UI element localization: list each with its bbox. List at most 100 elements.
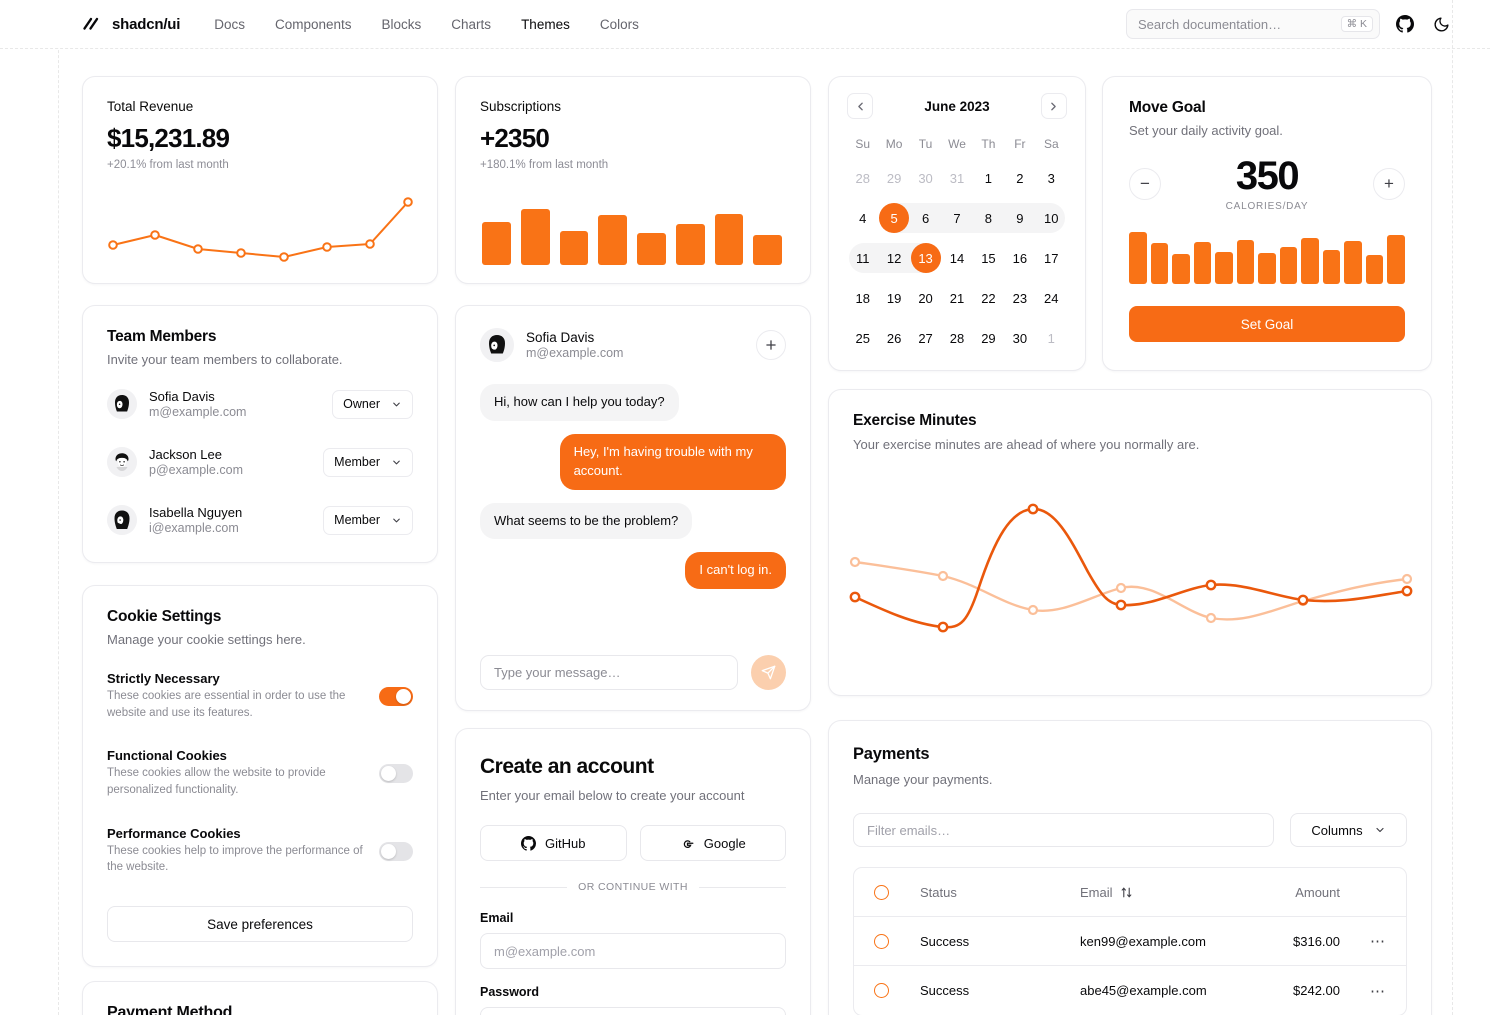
move-goal-increment-button[interactable]: + — [1373, 168, 1405, 200]
calendar-day[interactable]: 1 — [1036, 323, 1066, 353]
row-select-cell — [874, 933, 920, 949]
member-role-select[interactable]: Member — [323, 505, 413, 535]
calendar-day[interactable]: 1 — [973, 163, 1003, 193]
calendar-day[interactable]: 19 — [879, 283, 909, 313]
calendar-day[interactable]: 17 — [1036, 243, 1066, 273]
team-member-list: Sofia Davis m@example.com Owner Jackson Lee… — [107, 389, 413, 535]
table-row[interactable]: Success ken99@example.com $316.00 ⋯ — [854, 917, 1406, 966]
calendar-day[interactable]: 3 — [1036, 163, 1066, 193]
email-field[interactable]: m@example.com — [480, 933, 786, 969]
calendar-day[interactable]: 2 — [1005, 163, 1035, 193]
calendar-cell: 31 — [941, 161, 972, 195]
bar — [1236, 240, 1255, 284]
payments-table: Status Email Amount Success ken99@example… — [853, 867, 1407, 1015]
filter-emails-input[interactable]: Filter emails… — [853, 813, 1274, 847]
calendar-day[interactable]: 8 — [973, 203, 1003, 233]
calendar-day[interactable]: 30 — [1005, 323, 1035, 353]
cookie-setting-text: Performance Cookies These cookies help to… — [107, 826, 363, 876]
set-goal-button[interactable]: Set Goal — [1129, 306, 1405, 342]
bar — [1301, 238, 1319, 284]
calendar-day[interactable]: 15 — [973, 243, 1003, 273]
nav-item-themes[interactable]: Themes — [521, 17, 570, 32]
row-checkbox[interactable] — [874, 933, 889, 949]
calendar-day[interactable]: 5 — [879, 203, 910, 233]
row-checkbox[interactable] — [874, 983, 889, 998]
chat-message-input[interactable]: Type your message… — [480, 655, 738, 690]
bar — [482, 222, 511, 265]
calendar-day[interactable]: 18 — [848, 283, 878, 313]
member-role-select[interactable]: Owner — [332, 389, 413, 419]
calendar-cell: 3 — [1036, 161, 1067, 195]
avatar-isabella-icon — [107, 505, 137, 535]
calendar-day[interactable]: 7 — [942, 203, 972, 233]
cookie-toggle[interactable] — [379, 687, 413, 706]
google-signup-button[interactable]: Google — [639, 825, 786, 861]
password-field[interactable] — [480, 1007, 786, 1015]
calendar-day[interactable]: 12 — [879, 243, 909, 273]
new-chat-button[interactable] — [756, 330, 786, 360]
row-actions-button[interactable]: ⋯ — [1340, 982, 1386, 1000]
column-header-status[interactable]: Status — [920, 885, 1080, 900]
move-goal-decrement-button[interactable]: − — [1129, 168, 1161, 200]
calendar-day[interactable]: 13 — [910, 243, 941, 273]
calendar-day[interactable]: 16 — [1005, 243, 1035, 273]
nav-item-docs[interactable]: Docs — [214, 17, 245, 32]
column-header-email[interactable]: Email — [1080, 885, 1220, 900]
nav-item-charts[interactable]: Charts — [451, 17, 491, 32]
card-subscriptions: Subscriptions +2350 +180.1% from last mo… — [455, 76, 811, 284]
bar — [753, 235, 782, 265]
row-actions-button[interactable]: ⋯ — [1340, 932, 1386, 950]
nav-item-components[interactable]: Components — [275, 17, 352, 32]
payment-method-title: Payment Method — [107, 1004, 233, 1015]
calendar-day[interactable]: 28 — [942, 323, 972, 353]
search-input[interactable]: Search documentation… ⌘ K — [1126, 9, 1380, 39]
calendar-grid: Su Mo Tu We Th Fr Sa 28 29 30 31 1 2 3 4 5 6 7 8 9 10 11 12 13 1… — [847, 133, 1067, 355]
calendar-day[interactable]: 31 — [942, 163, 972, 193]
calendar-day[interactable]: 27 — [911, 323, 941, 353]
column-header-amount[interactable]: Amount — [1220, 885, 1340, 900]
calendar-day[interactable]: 30 — [911, 163, 941, 193]
row-select-cell — [874, 983, 920, 998]
calendar-day[interactable]: 10 — [1036, 203, 1066, 233]
member-name: Jackson Lee — [149, 447, 222, 462]
select-all-checkbox[interactable] — [874, 884, 889, 900]
calendar-day[interactable]: 22 — [973, 283, 1003, 313]
subscriptions-delta: +180.1% from last month — [480, 159, 609, 171]
send-message-button[interactable] — [751, 655, 786, 690]
cookie-toggle[interactable] — [379, 841, 413, 861]
bar — [1258, 252, 1276, 284]
nav-item-blocks[interactable]: Blocks — [382, 17, 422, 32]
github-signup-button[interactable]: GitHub — [480, 825, 627, 861]
calendar-day[interactable]: 29 — [973, 323, 1003, 353]
calendar-day[interactable]: 9 — [1005, 203, 1035, 233]
calendar-day[interactable]: 14 — [942, 243, 972, 273]
member-role-select[interactable]: Member — [323, 447, 413, 477]
calendar-day[interactable]: 4 — [848, 203, 878, 233]
calendar-day[interactable]: 20 — [911, 283, 941, 313]
save-preferences-button[interactable]: Save preferences — [107, 906, 413, 943]
cookie-toggle[interactable] — [379, 764, 413, 784]
calendar-day[interactable]: 23 — [1005, 283, 1035, 313]
github-icon[interactable] — [1394, 13, 1416, 35]
exercise-subtitle: Your exercise minutes are ahead of where… — [853, 437, 1200, 452]
calendar-day[interactable]: 25 — [848, 323, 878, 353]
calendar-day[interactable]: 28 — [848, 163, 878, 193]
calendar-prev-month-button[interactable] — [847, 93, 873, 119]
calendar-day[interactable]: 21 — [942, 283, 972, 313]
calendar-day[interactable]: 29 — [879, 163, 909, 193]
calendar-day[interactable]: 26 — [879, 323, 909, 353]
columns-button[interactable]: Columns — [1290, 813, 1407, 847]
moon-icon[interactable] — [1430, 13, 1452, 35]
avatar-jackson-icon — [107, 447, 137, 477]
calendar-next-month-button[interactable] — [1040, 93, 1067, 119]
table-row[interactable]: Success abe45@example.com $242.00 ⋯ — [854, 966, 1406, 1015]
cell-amount: $316.00 — [1293, 933, 1340, 949]
calendar-day[interactable]: 11 — [848, 243, 878, 273]
brand[interactable]: shadcn/ui — [82, 14, 180, 34]
calendar-cell: 30 — [910, 161, 941, 195]
nav-item-colors[interactable]: Colors — [600, 17, 639, 32]
card-create-account: Create an account Enter your email below… — [455, 728, 811, 1015]
calendar-day[interactable]: 6 — [911, 203, 941, 233]
double-slash-logo-icon — [82, 14, 102, 34]
calendar-day[interactable]: 24 — [1036, 283, 1066, 313]
